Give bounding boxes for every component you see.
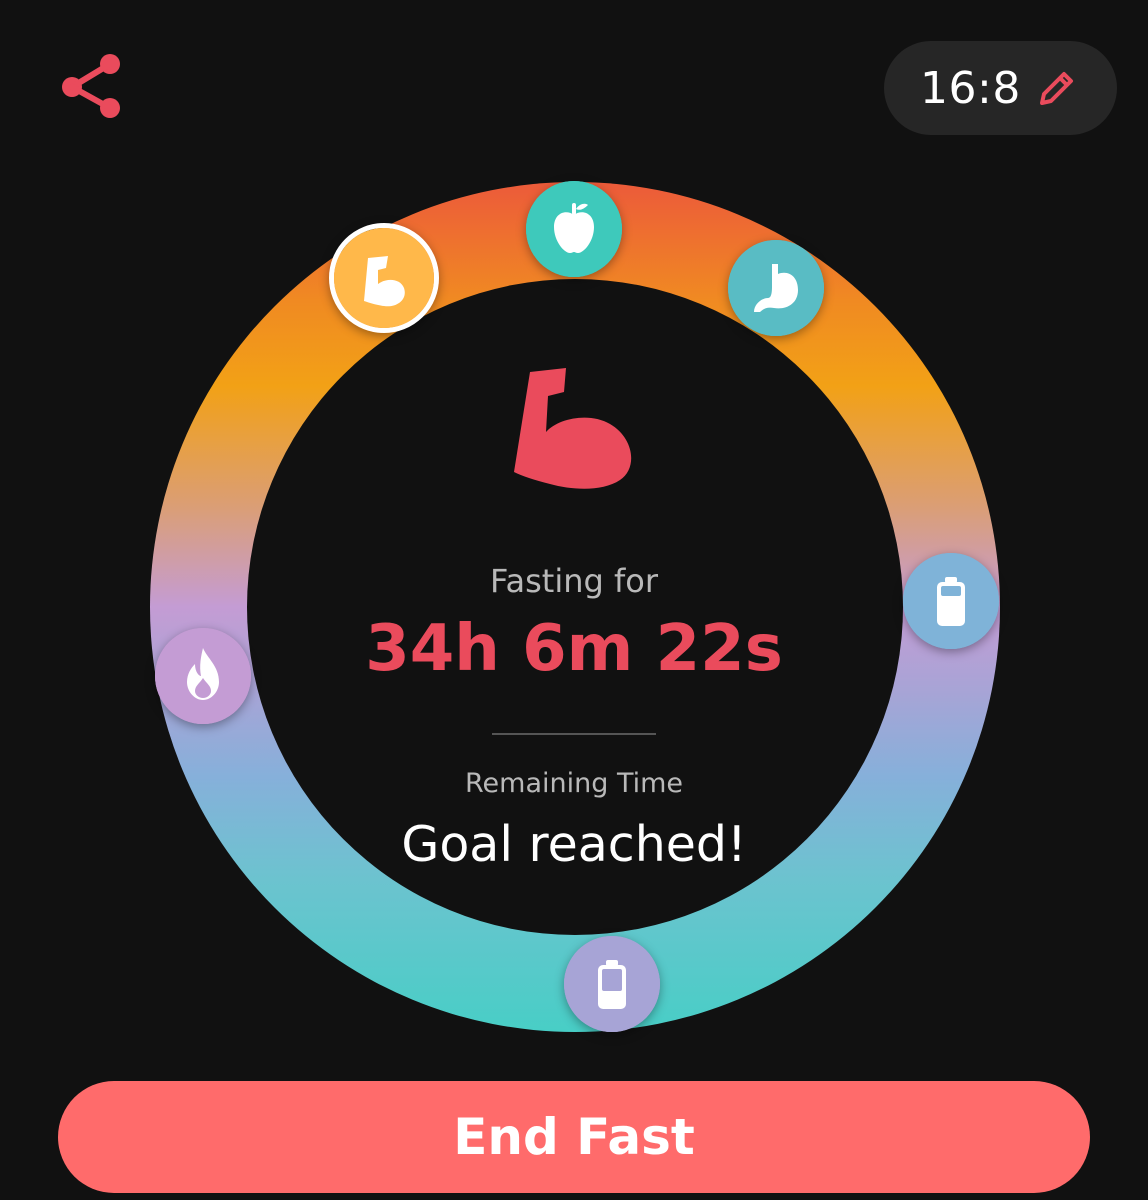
fasting-plan-button[interactable]: 16:8 <box>884 41 1117 135</box>
fasting-for-label: Fasting for <box>490 562 658 600</box>
muscle-icon <box>514 368 632 489</box>
progress-ring-gradient <box>150 182 1000 1032</box>
pencil-icon <box>1040 72 1073 105</box>
milestone-stomach[interactable] <box>728 240 824 336</box>
muscle-icon <box>334 228 434 328</box>
milestone-battery[interactable] <box>564 936 660 1032</box>
share-icon <box>62 54 120 118</box>
apple-icon <box>526 181 622 277</box>
fasting-progress-ring <box>0 0 1148 1200</box>
battery-icon <box>564 936 660 1032</box>
milestone-muscle[interactable] <box>329 223 439 333</box>
milestone-apple[interactable] <box>526 181 622 277</box>
end-fast-button[interactable]: End Fast <box>58 1081 1090 1193</box>
stomach-icon <box>728 240 824 336</box>
remaining-time-value: Goal reached! <box>401 816 747 873</box>
remaining-time-label: Remaining Time <box>464 768 684 799</box>
elapsed-time: 34h 6m 22s <box>365 612 783 686</box>
divider <box>492 733 656 735</box>
share-button[interactable] <box>56 50 128 122</box>
fasting-plan-label: 16:8 <box>920 63 1021 114</box>
